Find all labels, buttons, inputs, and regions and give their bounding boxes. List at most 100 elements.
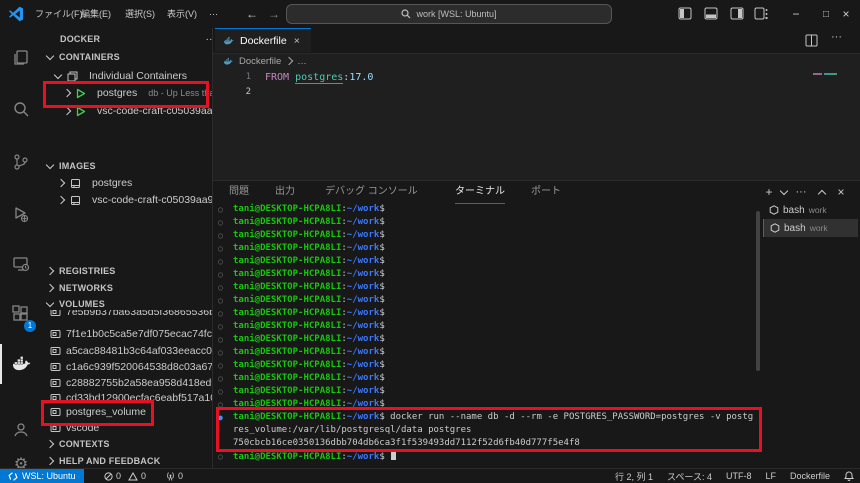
- panel-tab-ports[interactable]: ポート: [531, 181, 561, 203]
- section-images[interactable]: IMAGES: [42, 158, 213, 174]
- terminal-list-item-bash-2[interactable]: bash work: [763, 219, 858, 237]
- sidebar-more-icon[interactable]: ···: [206, 33, 214, 45]
- docker-run-command: docker run --name db -d --rm -e POSTGRES…: [385, 412, 753, 422]
- toggle-secondary-sidebar-icon[interactable]: [730, 7, 744, 20]
- volume-item[interactable]: c1a6c939f520064538d8c03a67…: [42, 359, 213, 375]
- command-center-search[interactable]: work [WSL: Ubuntu]: [286, 4, 612, 24]
- breadcrumb[interactable]: Dockerfile …: [213, 53, 860, 69]
- section-containers[interactable]: CONTAINERS: [42, 49, 213, 65]
- command-marker-icon: ○: [218, 372, 223, 385]
- window-close-button[interactable]: ×: [832, 0, 860, 28]
- keyword-from: FROM: [265, 72, 289, 83]
- terminal-list-item-bash-1[interactable]: bash work: [763, 201, 858, 219]
- terminal-dropdown-icon[interactable]: [776, 184, 792, 200]
- remote-icon: [8, 472, 18, 481]
- terminal-prompt-line: ○tani@DESKTOP-HCPA8LI:~/work$: [213, 294, 758, 307]
- section-networks[interactable]: NETWORKS: [42, 280, 213, 296]
- command-marker-icon: ○: [218, 320, 223, 333]
- toggle-panel-icon[interactable]: [704, 7, 718, 20]
- language-mode[interactable]: Dockerfile: [790, 471, 830, 481]
- new-terminal-icon[interactable]: +: [761, 184, 777, 200]
- terminal-prompt-line: ○tani@DESKTOP-HCPA8LI:~/work$: [213, 255, 758, 268]
- volume-icon: [50, 407, 61, 417]
- remote-indicator[interactable]: WSL: Ubuntu: [0, 469, 84, 483]
- docker-view-icon[interactable]: [0, 344, 42, 384]
- split-editor-icon[interactable]: [805, 34, 818, 47]
- volume-item[interactable]: postgres_volume: [42, 404, 213, 420]
- chevron-right-icon: [46, 284, 54, 292]
- image-item-postgres[interactable]: postgres: [42, 175, 213, 191]
- command-marker-icon: ○: [218, 255, 223, 268]
- volume-item[interactable]: 7f1e1b0c5ca5e7df075ecac74fcf…: [42, 326, 213, 342]
- volume-icon: [50, 393, 61, 403]
- terminal-prompt-line: ○tani@DESKTOP-HCPA8LI:~/work$: [213, 450, 758, 463]
- toggle-sidebar-icon[interactable]: [678, 7, 692, 20]
- source-control-icon[interactable]: [0, 142, 42, 182]
- code-line-2[interactable]: 2: [213, 85, 860, 100]
- image-reference: postgres: [295, 72, 343, 84]
- radio-tower-icon: [166, 472, 175, 481]
- notifications-bell-icon[interactable]: [844, 471, 854, 481]
- maximize-panel-icon[interactable]: [814, 184, 830, 200]
- menu-more[interactable]: ···: [202, 0, 225, 28]
- container-item-vsc[interactable]: vsc-code-craft-c05039aa9…: [42, 103, 213, 119]
- image-item-vsc[interactable]: vsc-code-craft-c05039aa99…: [42, 192, 213, 208]
- tree-item-individual-containers[interactable]: Individual Containers: [42, 68, 213, 84]
- tab-close-icon[interactable]: ×: [294, 35, 300, 47]
- command-marker-icon: ○: [218, 294, 223, 307]
- section-registries[interactable]: REGISTRIES: [42, 263, 213, 279]
- volume-icon: [50, 329, 61, 339]
- terminal-scrollbar[interactable]: [756, 211, 760, 371]
- command-marker-icon: ○: [218, 346, 223, 359]
- remote-explorer-icon[interactable]: [0, 244, 42, 284]
- problems-status[interactable]: 0 0: [104, 469, 146, 483]
- vscode-logo-icon: [8, 6, 24, 22]
- eol-sequence[interactable]: LF: [765, 471, 776, 481]
- run-debug-icon[interactable]: [0, 194, 42, 234]
- indentation[interactable]: スペース: 4: [667, 470, 712, 483]
- panel-tab-problems[interactable]: 問題: [229, 181, 249, 203]
- chevron-right-icon: [57, 196, 65, 204]
- container-running-icon: [76, 106, 86, 117]
- editor-more-actions-icon[interactable]: ···: [831, 31, 842, 43]
- nav-forward-icon[interactable]: →: [260, 0, 288, 28]
- section-contexts[interactable]: CONTEXTS: [42, 436, 213, 452]
- volume-item[interactable]: 7e5b9b37ba63a5d5f36865536b5b…: [42, 310, 213, 321]
- volume-item[interactable]: vscode: [42, 420, 213, 436]
- menu-selection[interactable]: 選択(S): [118, 0, 162, 28]
- panel-tab-output[interactable]: 出力: [275, 181, 295, 203]
- container-running-icon: [76, 88, 86, 99]
- section-help-feedback[interactable]: HELP AND FEEDBACK: [42, 453, 213, 469]
- volume-item[interactable]: c28882755b2a58ea958d418ed9…: [42, 375, 213, 391]
- menu-edit[interactable]: 編集(E): [74, 0, 118, 28]
- close-panel-icon[interactable]: ×: [833, 184, 849, 200]
- vscode-window: ファイル(F) 編集(E) 選択(S) 表示(V) ··· ← → work […: [0, 0, 860, 483]
- explorer-icon[interactable]: [0, 38, 42, 78]
- volume-item[interactable]: a5cac88481b3c64af033eeacc0e…: [42, 343, 213, 359]
- panel-more-actions-icon[interactable]: ···: [793, 184, 809, 200]
- customize-layout-icon[interactable]: [754, 7, 769, 20]
- chevron-down-icon: [54, 70, 62, 78]
- terminal-prompt-line: ○tani@DESKTOP-HCPA8LI:~/work$: [213, 398, 758, 411]
- extensions-icon[interactable]: 1: [0, 294, 42, 334]
- encoding[interactable]: UTF-8: [726, 471, 752, 481]
- terminal-prompt-line: ○tani@DESKTOP-HCPA8LI:~/work$: [213, 307, 758, 320]
- tab-dockerfile[interactable]: Dockerfile ×: [215, 28, 311, 52]
- cursor-position[interactable]: 行 2, 列 1: [615, 470, 653, 483]
- search-view-icon[interactable]: [0, 90, 42, 130]
- window-minimize-button[interactable]: −: [782, 0, 810, 28]
- chevron-down-icon: [46, 160, 54, 168]
- panel-tab-debug-console[interactable]: デバッグ コンソール: [325, 181, 418, 203]
- minimap[interactable]: [813, 73, 822, 75]
- minimap[interactable]: [824, 73, 837, 75]
- ports-status[interactable]: 0: [166, 469, 183, 483]
- command-marker-icon: ○: [218, 307, 223, 320]
- menu-view[interactable]: 表示(V): [160, 0, 204, 28]
- terminal-output[interactable]: ○tani@DESKTOP-HCPA8LI:~/work$○tani@DESKT…: [213, 203, 758, 470]
- volume-icon: [50, 423, 61, 433]
- panel-tab-terminal[interactable]: ターミナル: [455, 181, 505, 204]
- code-line-1[interactable]: 1 FROM postgres:17.0: [213, 70, 860, 85]
- container-item-postgres[interactable]: postgres db - Up Less than …: [42, 85, 213, 101]
- editor-tab-bar: Dockerfile × ···: [213, 28, 860, 54]
- terminal-prompt-line: ○tani@DESKTOP-HCPA8LI:~/work$: [213, 346, 758, 359]
